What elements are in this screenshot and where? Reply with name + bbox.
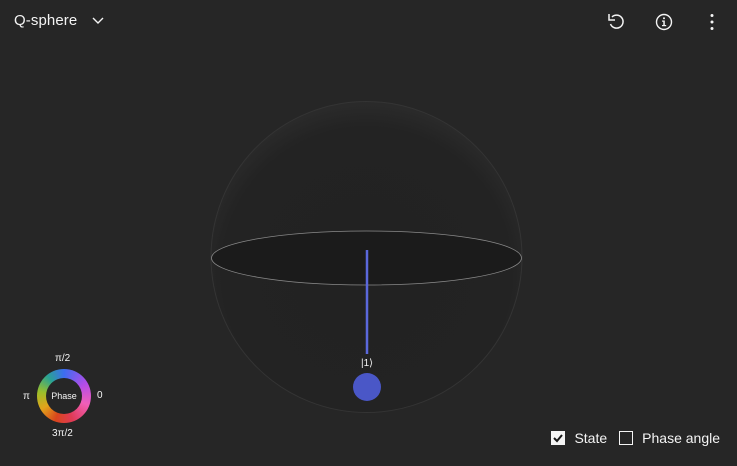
phase-label-pi: π xyxy=(23,391,30,402)
state-checkbox[interactable]: State xyxy=(551,430,607,446)
state-checkbox-box[interactable] xyxy=(551,431,566,445)
phase-angle-checkbox-label: Phase angle xyxy=(642,430,720,446)
phase-angle-checkbox-box[interactable] xyxy=(619,431,634,445)
state-node[interactable] xyxy=(353,373,381,401)
phase-label-zero: 0 xyxy=(97,390,103,401)
phase-color-wheel: Phase xyxy=(37,369,91,423)
phase-angle-checkbox[interactable]: Phase angle xyxy=(619,430,720,446)
state-label: |1⟩ xyxy=(361,358,373,369)
phase-label-3pi-over-2: 3π/2 xyxy=(52,428,73,439)
phase-label-pi-over-2: π/2 xyxy=(55,353,71,364)
display-options: State Phase angle xyxy=(551,430,720,446)
phase-wheel-label: Phase xyxy=(51,391,77,401)
phase-wheel-center: Phase xyxy=(46,378,82,414)
phase-legend: π/2 π 0 3π/2 Phase xyxy=(18,350,114,442)
state-checkbox-label: State xyxy=(574,430,608,446)
checkmark-icon xyxy=(553,434,564,443)
